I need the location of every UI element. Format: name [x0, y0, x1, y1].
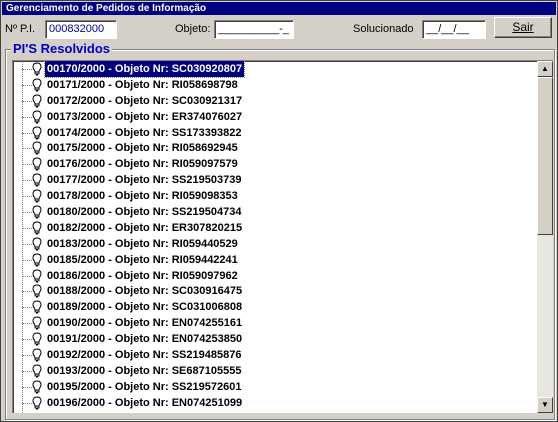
tree-item-label: 00185/2000 - Objeto Nr: RI059442241 [47, 253, 238, 266]
solucionado-label: Solucionado [353, 23, 414, 35]
lightbulb-icon [32, 157, 42, 171]
lightbulb-icon [32, 205, 42, 219]
lightbulb-icon [32, 380, 42, 394]
tree-item[interactable]: 00174/2000 - Objeto Nr: SS173393822 [13, 125, 535, 141]
lightbulb-icon [32, 173, 42, 187]
tree-item[interactable]: 00195/2000 - Objeto Nr: SS219572601 [13, 379, 535, 395]
tree-item-label: 00195/2000 - Objeto Nr: SS219572601 [47, 380, 242, 393]
lightbulb-icon [32, 316, 42, 330]
tree-item[interactable]: 00176/2000 - Objeto Nr: RI059097579 [13, 156, 535, 172]
lightbulb-icon [32, 364, 42, 378]
solucionado-date-field[interactable]: __/__/__ [422, 20, 486, 39]
lightbulb-icon [32, 221, 42, 235]
tree-item-label: 00183/2000 - Objeto Nr: RI059440529 [47, 237, 238, 250]
group-title: PI'S Resolvidos [11, 41, 113, 56]
tree-item-label: 00191/2000 - Objeto Nr: EN074253850 [47, 333, 243, 346]
tree-item[interactable]: 00182/2000 - Objeto Nr: ER307820215 [13, 220, 535, 236]
pi-number-field[interactable]: 000832000 [45, 20, 117, 39]
tree-item-label: 00186/2000 - Objeto Nr: RI059097962 [47, 269, 238, 282]
tree-item[interactable]: 00171/2000 - Objeto Nr: RI058698798 [13, 77, 535, 93]
tree-item-label: 00193/2000 - Objeto Nr: SE687105555 [47, 364, 242, 377]
tree-item-label: 00177/2000 - Objeto Nr: SS219503739 [47, 174, 242, 187]
resolved-tree[interactable]: 00170/2000 - Objeto Nr: SC030920807 00171… [12, 60, 553, 413]
tree-item-label: 00174/2000 - Objeto Nr: SS173393822 [47, 126, 242, 139]
arrow-up-icon[interactable]: ▲ [537, 61, 553, 77]
lightbulb-icon [32, 189, 42, 203]
scrollbar-thumb[interactable] [537, 77, 553, 235]
tree-item[interactable]: 00183/2000 - Objeto Nr: RI059440529 [13, 236, 535, 252]
tree-item-label: 00180/2000 - Objeto Nr: SS219504734 [47, 206, 242, 219]
tree-item[interactable]: 00177/2000 - Objeto Nr: SS219503739 [13, 172, 535, 188]
window-title: Gerenciamento de Pedidos de Informação [2, 2, 556, 15]
lightbulb-icon [32, 126, 42, 140]
tree-item-label: 00170/2000 - Objeto Nr: SC030920807 [43, 61, 246, 78]
tree-item[interactable]: 00190/2000 - Objeto Nr: EN074255161 [13, 315, 535, 331]
tree-item[interactable]: 00185/2000 - Objeto Nr: RI059442241 [13, 252, 535, 268]
tree-item-label: 00188/2000 - Objeto Nr: SC030916475 [47, 285, 243, 298]
tree-item-label: 00189/2000 - Objeto Nr: SC031006808 [47, 301, 243, 314]
tree-item-label: 00196/2000 - Objeto Nr: EN074251099 [47, 396, 243, 409]
tree-item[interactable]: 00186/2000 - Objeto Nr: RI059097962 [13, 268, 535, 284]
tree-item-label: 00178/2000 - Objeto Nr: RI059098353 [47, 190, 238, 203]
tree-item[interactable]: 00175/2000 - Objeto Nr: RI058692945 [13, 140, 535, 156]
tree-item-label: 00190/2000 - Objeto Nr: EN074255161 [47, 317, 243, 330]
tree-item-label: 00171/2000 - Objeto Nr: RI058698798 [47, 78, 238, 91]
tree-item-label: 00192/2000 - Objeto Nr: SS219485876 [47, 349, 242, 362]
tree-item-label: 00182/2000 - Objeto Nr: ER307820215 [47, 221, 243, 234]
lightbulb-icon [32, 62, 42, 76]
tree-rows: 00170/2000 - Objeto Nr: SC030920807 00171… [13, 61, 535, 411]
lightbulb-icon [32, 284, 42, 298]
lightbulb-icon [32, 253, 42, 267]
lightbulb-icon [32, 110, 42, 124]
lightbulb-icon [32, 141, 42, 155]
tree-item[interactable]: 00180/2000 - Objeto Nr: SS219504734 [13, 204, 535, 220]
tree-item[interactable]: 00196/2000 - Objeto Nr: EN074251099 [13, 395, 535, 411]
sair-button[interactable]: Sair [494, 17, 552, 38]
lightbulb-icon [32, 348, 42, 362]
tree-item[interactable]: 00191/2000 - Objeto Nr: EN074253850 [13, 331, 535, 347]
lightbulb-icon [32, 237, 42, 251]
tree-item-label: 00173/2000 - Objeto Nr: ER374076027 [47, 110, 243, 123]
lightbulb-icon [32, 269, 42, 283]
vertical-scrollbar[interactable]: ▲ ▼ [537, 61, 553, 413]
tree-item[interactable]: 00189/2000 - Objeto Nr: SC031006808 [13, 299, 535, 315]
tree-item-label: 00172/2000 - Objeto Nr: SC030921317 [47, 94, 243, 107]
tree-item[interactable]: 00193/2000 - Objeto Nr: SE687105555 [13, 363, 535, 379]
lightbulb-icon [32, 396, 42, 410]
tree-item[interactable]: 00170/2000 - Objeto Nr: SC030920807 [13, 61, 535, 78]
tree-item[interactable]: 00178/2000 - Objeto Nr: RI059098353 [13, 188, 535, 204]
pi-label: Nº P.I. [5, 23, 36, 35]
tree-item-label: 00176/2000 - Objeto Nr: RI059097579 [47, 158, 238, 171]
tree-item[interactable]: 00173/2000 - Objeto Nr: ER374076027 [13, 109, 535, 125]
lightbulb-icon [32, 94, 42, 108]
tree-item-label: 00175/2000 - Objeto Nr: RI058692945 [47, 142, 238, 155]
app-window: Gerenciamento de Pedidos de Informação N… [0, 0, 558, 422]
objeto-label: Objeto: [175, 23, 211, 35]
lightbulb-icon [32, 78, 42, 92]
tree-item[interactable]: 00172/2000 - Objeto Nr: SC030921317 [13, 93, 535, 109]
lightbulb-icon [32, 332, 42, 346]
arrow-down-icon[interactable]: ▼ [537, 397, 553, 413]
objeto-field[interactable]: __________-_ [214, 20, 294, 39]
lightbulb-icon [32, 300, 42, 314]
tree-item[interactable]: 00188/2000 - Objeto Nr: SC030916475 [13, 283, 535, 299]
tree-item[interactable]: 00192/2000 - Objeto Nr: SS219485876 [13, 347, 535, 363]
sair-button-label: Sair [512, 20, 534, 34]
